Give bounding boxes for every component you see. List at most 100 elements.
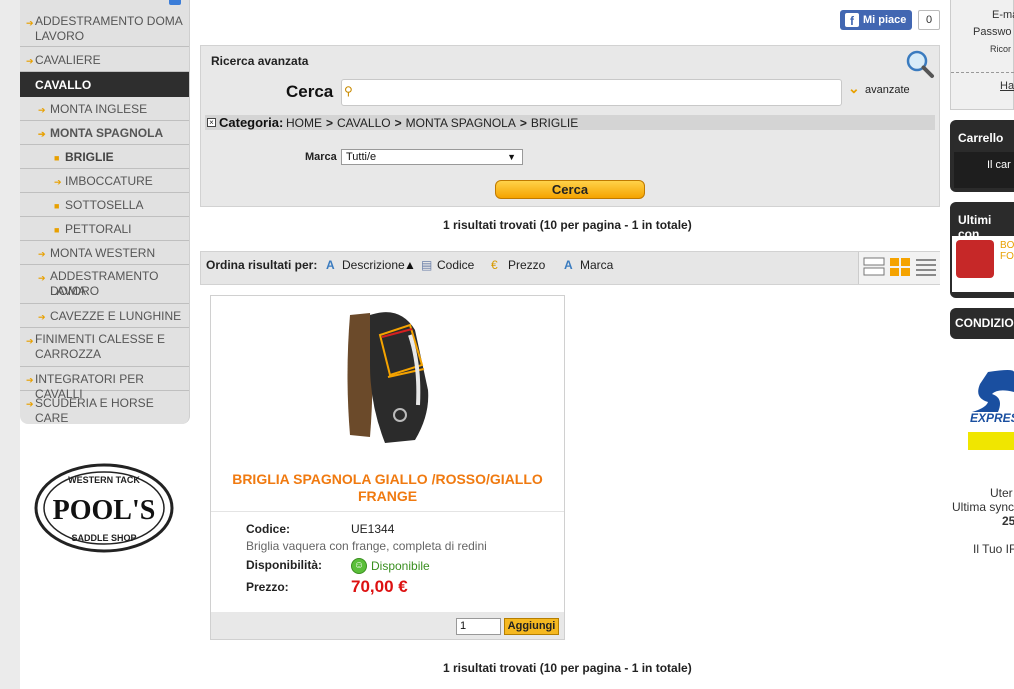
view-list-icon[interactable] (863, 257, 885, 280)
product-image[interactable] (340, 305, 435, 445)
sidebar-item-finimenti-calesse[interactable]: ➔ FINIMENTI CALESSE E CARROZZA (20, 328, 189, 367)
sort-brand-icon: A (564, 258, 573, 272)
availability-status: Disponibile (371, 559, 430, 573)
close-icon[interactable]: × (207, 118, 216, 127)
view-compact-list-icon[interactable] (915, 257, 937, 280)
divider (951, 72, 1014, 74)
availability-label: Disponibilità: (246, 558, 322, 572)
latest-product-name[interactable]: BO (1000, 240, 1014, 251)
results-count-bottom: 1 risultati trovati (10 per pagina - 1 i… (443, 661, 692, 675)
your-ip-text: Il Tuo IF (973, 542, 1014, 556)
sidebar-item-integratori[interactable]: ➔ INTEGRATORI PER CAVALLI (20, 367, 189, 401)
chevron-down-icon: ⌄ (848, 80, 860, 96)
available-smiley-icon: ☺ (351, 558, 367, 574)
express-courier-logo: EXPRES (968, 368, 1014, 452)
left-gutter (0, 0, 20, 689)
product-title[interactable]: BRIGLIA SPAGNOLA GIALLO /ROSSO/GIALLO FR… (213, 471, 562, 505)
facebook-like-count: 0 (918, 10, 940, 30)
sort-az-icon: A (326, 258, 335, 272)
product-price: 70,00 € (351, 577, 408, 596)
search-input[interactable] (341, 79, 842, 106)
arrow-icon: ➔ (38, 249, 46, 259)
brand-select[interactable]: Tutti/e ▼ (341, 149, 523, 165)
latest-product-thumbnail[interactable] (956, 240, 994, 278)
divider (211, 511, 564, 512)
last-sync-value: 25 (1002, 514, 1014, 528)
sidebar-item-addestramento-doma-lavoro[interactable]: ➔ ADDESTRAMENTO DOMA LAVORO (20, 10, 189, 47)
quantity-input[interactable]: 1 (456, 618, 501, 635)
breadcrumb-briglie[interactable]: BRIGLIE (531, 116, 578, 130)
sidebar-item-addestramento-doma-lavoro-sub[interactable]: ➔ ADDESTRAMENTO DOMA LAVORO (20, 265, 189, 304)
breadcrumb-monta-spagnola[interactable]: MONTA SPAGNOLA (406, 116, 516, 130)
sort-arrow-up-icon[interactable]: ▲ (404, 258, 416, 272)
login-link[interactable]: Ha (1000, 80, 1014, 92)
users-online-text: Uter (990, 486, 1013, 500)
dropdown-arrow-icon: ▼ (507, 152, 516, 162)
sidebar-item-sottosella[interactable]: ■ SOTTOSELLA (20, 193, 189, 217)
arrow-icon: ➔ (26, 399, 34, 409)
sort-descrizione[interactable]: Descrizione (342, 258, 405, 272)
arrow-icon: ➔ (38, 312, 46, 322)
arrow-icon: ➔ (38, 129, 46, 139)
search-label: Cerca (286, 82, 334, 101)
sort-codice[interactable]: Codice (437, 258, 474, 272)
conditions-title: CONDIZIO (955, 316, 1014, 330)
arrow-icon: ➔ (26, 375, 34, 385)
brand-label: Marca (305, 151, 337, 163)
conditions-box[interactable]: CONDIZIO (950, 308, 1014, 339)
sort-marca[interactable]: Marca (580, 258, 613, 272)
sort-label: Ordina risultati per: (206, 258, 318, 272)
add-to-cart-button[interactable]: Aggiungi (504, 618, 559, 635)
sidebar-item-pettorali[interactable]: ■ PETTORALI (20, 217, 189, 241)
pools-saddle-shop-logo[interactable]: WESTERN TACK POOL'S SADDLE SHOP (34, 463, 174, 553)
latest-product-name-2[interactable]: FO (1000, 251, 1014, 262)
sort-prezzo[interactable]: Prezzo (508, 258, 545, 272)
arrow-icon: ➔ (26, 18, 34, 28)
square-bullet-icon: ■ (54, 153, 60, 163)
breadcrumb-home[interactable]: HOME (286, 116, 322, 130)
arrow-icon: ➔ (26, 336, 34, 346)
sidebar-item-imboccature[interactable]: ➔ IMBOCCATURE (20, 169, 189, 193)
category-label: Categoria: (219, 115, 284, 130)
remember-label[interactable]: Ricor (990, 44, 1011, 54)
sidebar-item-cavaliere[interactable]: ➔ CAVALIERE (20, 47, 189, 72)
svg-text:WESTERN TACK: WESTERN TACK (68, 475, 140, 485)
password-label: Passwo (973, 26, 1012, 38)
arrow-icon: ➔ (38, 273, 46, 283)
sidebar-item-cavallo[interactable]: CAVALLO (20, 72, 189, 97)
search-icon: ⚲ (344, 84, 353, 98)
magnifier-icon[interactable] (905, 49, 935, 79)
last-sync-text: Ultima sync (952, 500, 1014, 514)
advanced-search-title: Ricerca avanzata (211, 54, 309, 68)
scroll-marker-icon (169, 0, 181, 5)
svg-text:SADDLE SHOP: SADDLE SHOP (71, 533, 136, 543)
sidebar-item-monta-western[interactable]: ➔ MONTA WESTERN (20, 241, 189, 265)
arrow-icon: ➔ (38, 105, 46, 115)
arrow-icon: ➔ (26, 56, 34, 66)
cart-title: Carrello (958, 131, 1004, 145)
square-bullet-icon: ■ (54, 225, 60, 235)
euro-coin-icon: € (491, 258, 498, 272)
list-code-icon: ▤ (421, 258, 433, 272)
product-code-label: Codice: (246, 522, 291, 536)
svg-text:POOL'S: POOL'S (53, 495, 156, 526)
sidebar-item-monta-spagnola[interactable]: ➔ MONTA SPAGNOLA (20, 121, 189, 145)
product-description: Briglia vaquera con frange, completa di … (246, 539, 487, 553)
breadcrumb: HOME > CAVALLO > MONTA SPAGNOLA > BRIGLIE (286, 116, 579, 130)
sidebar-item-scuderia[interactable]: ➔ SCUDERIA E HORSE CARE (20, 391, 189, 425)
breadcrumb-cavallo[interactable]: CAVALLO (337, 116, 391, 130)
sidebar-item-monta-inglese[interactable]: ➔ MONTA INGLESE (20, 97, 189, 121)
results-count-top: 1 risultati trovati (10 per pagina - 1 i… (443, 218, 692, 232)
cart-status-text: Il car (987, 159, 1011, 171)
sidebar-item-cavezze-e-lunghine[interactable]: ➔ CAVEZZE E LUNGHINE (20, 304, 189, 328)
search-button[interactable]: Cerca (495, 180, 645, 199)
product-code: UE1344 (351, 522, 395, 536)
square-bullet-icon: ■ (54, 201, 60, 211)
svg-text:EXPRES: EXPRES (970, 411, 1014, 425)
email-label: E-ma (992, 9, 1014, 21)
price-label: Prezzo: (246, 580, 289, 594)
advanced-search-link[interactable]: avanzate (865, 84, 910, 96)
sidebar-item-briglie[interactable]: ■ BRIGLIE (20, 145, 189, 169)
view-grid-icon[interactable] (889, 257, 911, 280)
arrow-icon: ➔ (54, 177, 62, 187)
